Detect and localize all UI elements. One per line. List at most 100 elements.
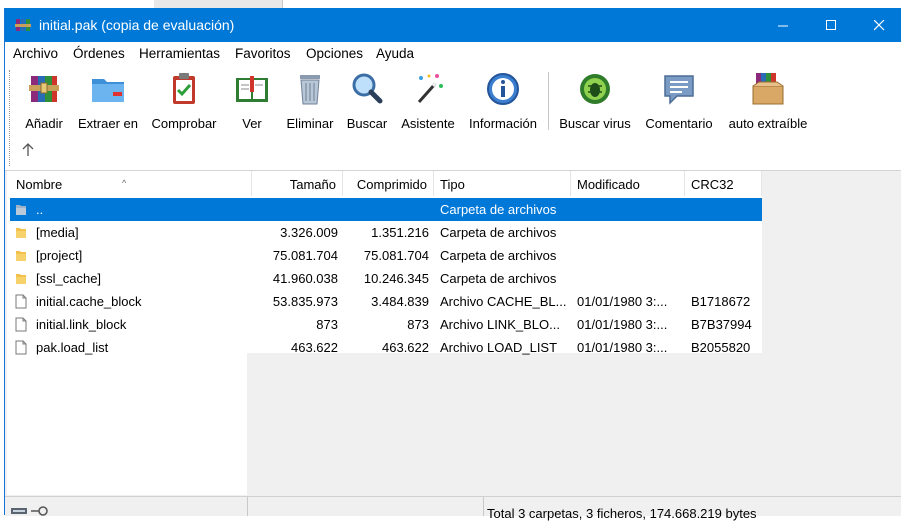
magnifier-icon bbox=[352, 73, 383, 104]
column-type[interactable]: Tipo bbox=[434, 171, 571, 196]
title-bar[interactable]: initial.pak (copia de evaluación) bbox=[5, 8, 901, 42]
clipboard-check-icon bbox=[173, 73, 195, 104]
folder-icon bbox=[16, 274, 26, 284]
background-window-strip bbox=[0, 0, 901, 8]
delete-button[interactable]: Eliminar bbox=[283, 70, 337, 134]
sfx-label: auto extraíble bbox=[728, 116, 808, 131]
folder-icon bbox=[16, 228, 26, 238]
table-row-selected[interactable]: .. Carpeta de archivos bbox=[10, 198, 762, 221]
file-name: initial.link_block bbox=[36, 317, 127, 332]
file-modified: 01/01/1980 3:... bbox=[577, 317, 668, 332]
status-divider bbox=[483, 497, 484, 516]
file-crc bbox=[691, 267, 761, 290]
file-icon bbox=[15, 317, 27, 332]
extract-to-label: Extraer en bbox=[78, 116, 138, 131]
menu-ordenes[interactable]: Órdenes bbox=[73, 46, 125, 61]
column-type-label: Tipo bbox=[440, 177, 465, 192]
column-name-label: Nombre bbox=[16, 177, 63, 192]
up-folder-icon[interactable] bbox=[21, 142, 35, 158]
delete-label: Eliminar bbox=[286, 116, 334, 131]
file-name: .. bbox=[36, 202, 44, 217]
column-size-label: Tamaño bbox=[289, 177, 336, 192]
table-row[interactable]: pak.load_list 463.622 463.622 Archivo LOAD_… bbox=[10, 336, 762, 359]
file-size: 3.326.009 bbox=[280, 225, 338, 240]
file-name: initial.cache_block bbox=[36, 294, 142, 309]
file-crc: B7B37994 bbox=[691, 317, 752, 332]
maximize-button[interactable] bbox=[808, 8, 854, 42]
minimize-button[interactable] bbox=[760, 8, 806, 42]
menu-opciones[interactable]: Opciones bbox=[306, 46, 363, 61]
menu-archivo[interactable]: Archivo bbox=[13, 46, 58, 61]
minimize-icon bbox=[777, 25, 788, 26]
info-label: Información bbox=[469, 116, 537, 131]
comment-button[interactable]: Comentario bbox=[641, 70, 717, 134]
column-crc-label: CRC32 bbox=[691, 177, 734, 192]
file-crc: B2055820 bbox=[691, 340, 751, 355]
file-name: [project] bbox=[36, 248, 83, 263]
file-type: Carpeta de archivos bbox=[440, 271, 557, 286]
virus-bug-icon bbox=[580, 74, 610, 104]
status-summary: Total 3 carpetas, 3 ficheros, 174.668.21… bbox=[487, 506, 757, 521]
add-archive-icon bbox=[29, 76, 59, 102]
extract-folder-icon bbox=[92, 79, 124, 102]
table-row[interactable]: initial.link_block 873 873 Archivo LINK_BLO… bbox=[10, 313, 762, 336]
menu-ayuda[interactable]: Ayuda bbox=[376, 46, 414, 61]
file-list-pane[interactable]: Nombre ^ Tamaño Comprimido Tipo Modifica… bbox=[5, 171, 901, 495]
table-row[interactable]: [media] 3.326.009 1.351.216 Carpeta de arch… bbox=[10, 221, 762, 244]
status-divider bbox=[247, 497, 248, 516]
status-bar: Total 3 carpetas, 3 ficheros, 174.668.21… bbox=[5, 496, 901, 521]
file-name: pak.load_list bbox=[36, 340, 109, 355]
sfx-button[interactable]: auto extraíble bbox=[723, 70, 813, 134]
maximize-icon bbox=[825, 19, 836, 30]
wizard-label: Asistente bbox=[401, 116, 455, 131]
close-button[interactable] bbox=[856, 8, 901, 42]
column-crc[interactable]: CRC32 bbox=[685, 171, 762, 196]
test-button[interactable]: Comprobar bbox=[147, 70, 221, 134]
table-row[interactable]: [project] 75.081.704 75.081.704 Carpeta de … bbox=[10, 244, 762, 267]
info-button[interactable]: Información bbox=[465, 70, 541, 134]
toolbar: Añadir Extraer en Comprobar Ver Eliminar… bbox=[5, 64, 901, 171]
file-crc: B1718672 bbox=[691, 294, 751, 309]
find-button[interactable]: Buscar bbox=[343, 70, 391, 134]
menu-herramientas[interactable]: Herramientas bbox=[139, 46, 220, 61]
winrar-window: initial.pak (copia de evaluación) Archiv… bbox=[4, 8, 901, 521]
menu-favoritos[interactable]: Favoritos bbox=[235, 46, 291, 61]
file-packed: 3.484.839 bbox=[371, 294, 429, 309]
toolbar-grip[interactable] bbox=[9, 70, 12, 166]
extract-to-button[interactable]: Extraer en bbox=[75, 70, 141, 134]
test-label: Comprobar bbox=[151, 116, 217, 131]
column-name[interactable]: Nombre ^ bbox=[10, 171, 252, 196]
file-type: Archivo LINK_BLO... bbox=[440, 317, 560, 332]
file-size: 75.081.704 bbox=[272, 248, 338, 263]
parent-folder-icon bbox=[16, 205, 26, 215]
magic-wand-icon bbox=[417, 74, 443, 103]
file-packed: 463.622 bbox=[382, 340, 429, 355]
sfx-box-icon bbox=[752, 73, 784, 105]
column-modified[interactable]: Modificado bbox=[571, 171, 685, 196]
add-button[interactable]: Añadir bbox=[19, 70, 69, 134]
file-modified bbox=[577, 267, 681, 290]
column-packed[interactable]: Comprimido bbox=[343, 171, 434, 196]
file-size bbox=[252, 198, 338, 221]
file-icon bbox=[15, 294, 27, 309]
file-type: Archivo CACHE_BL... bbox=[440, 294, 567, 309]
table-row[interactable]: [ssl_cache] 41.960.038 10.246.345 Carpeta d… bbox=[10, 267, 762, 290]
column-header-row: Nombre ^ Tamaño Comprimido Tipo Modifica… bbox=[10, 171, 762, 196]
file-modified: 01/01/1980 3:... bbox=[577, 294, 668, 309]
column-size[interactable]: Tamaño bbox=[252, 171, 343, 196]
file-modified bbox=[577, 198, 681, 221]
table-row[interactable]: initial.cache_block 53.835.973 3.484.839 Ar… bbox=[10, 290, 762, 313]
add-label: Añadir bbox=[25, 116, 63, 131]
trash-icon bbox=[300, 75, 320, 105]
file-type: Carpeta de archivos bbox=[440, 225, 557, 240]
background-tab bbox=[154, 0, 283, 8]
view-button[interactable]: Ver bbox=[227, 70, 277, 134]
wizard-button[interactable]: Asistente bbox=[397, 70, 459, 134]
file-name: [ssl_cache] bbox=[36, 271, 102, 286]
menu-bar: Archivo Órdenes Herramientas Favoritos O… bbox=[5, 42, 901, 64]
file-packed: 10.246.345 bbox=[363, 271, 429, 286]
file-packed: 75.081.704 bbox=[363, 248, 429, 263]
column-modified-label: Modificado bbox=[577, 177, 640, 192]
virus-scan-button[interactable]: Buscar virus bbox=[556, 70, 634, 134]
file-modified bbox=[577, 221, 681, 244]
